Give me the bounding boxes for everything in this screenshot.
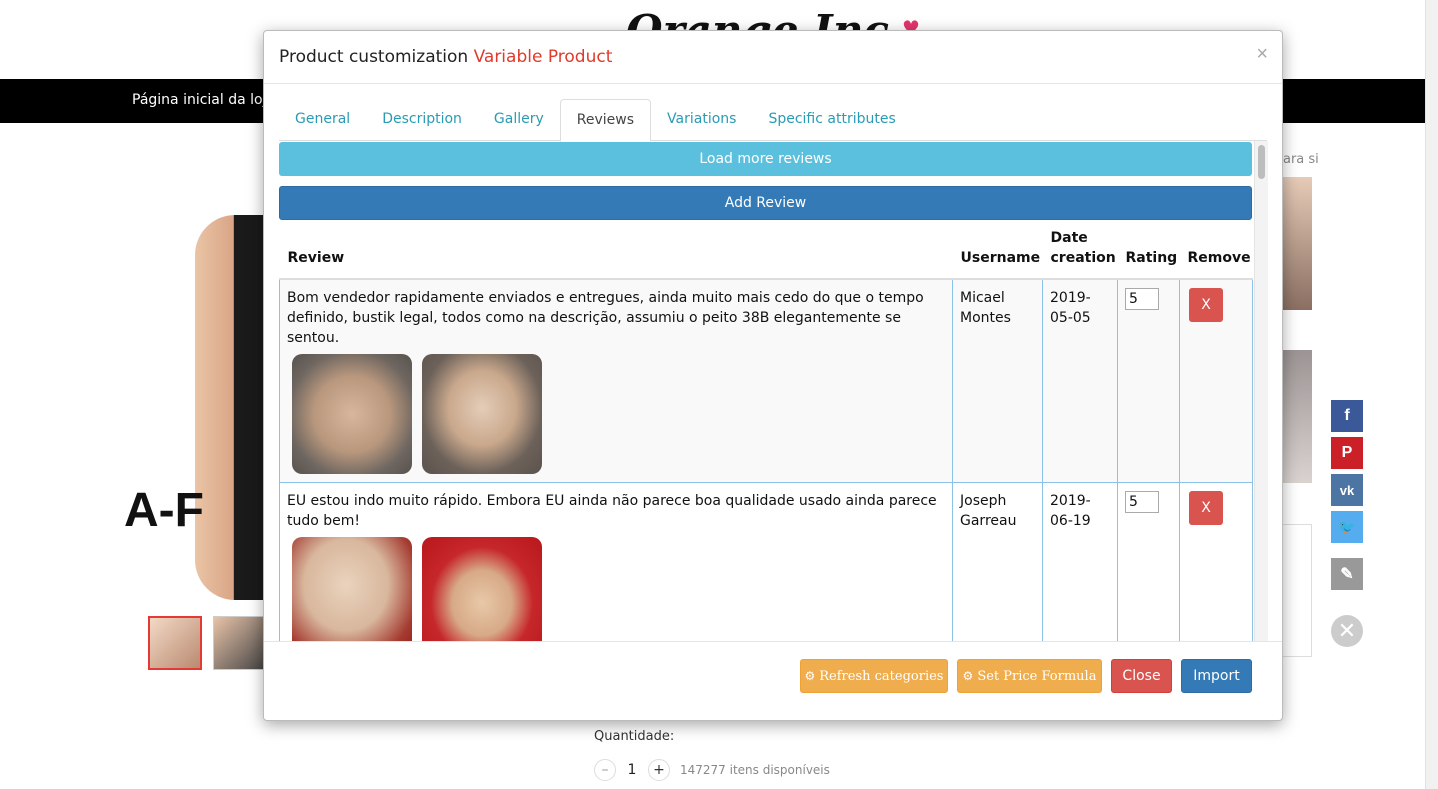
- available-stock: 147277 itens disponíveis: [680, 763, 830, 777]
- rating-input[interactable]: [1125, 491, 1159, 513]
- review-text[interactable]: Bom vendedor rapidamente enviados e entr…: [287, 288, 945, 348]
- refresh-categories-label: Refresh categories: [819, 668, 944, 684]
- product-thumbnail[interactable]: [148, 616, 202, 670]
- rating-cell: [1117, 278, 1180, 483]
- review-image[interactable]: [422, 354, 542, 474]
- reviews-panel: Load more reviews Add Review Review User…: [279, 141, 1268, 641]
- page-scrollbar[interactable]: [1425, 0, 1438, 789]
- side-related-label: ara si: [1283, 152, 1319, 167]
- remove-review-button[interactable]: X: [1189, 288, 1223, 322]
- modal-title: Product customization Variable Product: [279, 47, 1267, 67]
- tab-description[interactable]: Description: [366, 99, 478, 141]
- review-text[interactable]: EU estou indo muito rápido. Embora EU ai…: [287, 491, 945, 531]
- username-cell[interactable]: Micael Montes: [952, 278, 1043, 483]
- product-main-image: [195, 215, 265, 600]
- decrease-quantity-button[interactable]: –: [594, 759, 616, 781]
- modal-header: Product customization Variable Product ×: [264, 31, 1282, 84]
- close-share-icon[interactable]: ✕: [1331, 615, 1363, 647]
- remove-review-button[interactable]: X: [1189, 491, 1223, 525]
- modal-tabs: General Description Gallery Reviews Vari…: [279, 99, 1267, 142]
- tab-specific-attributes[interactable]: Specific attributes: [752, 99, 911, 141]
- scrollbar-thumb[interactable]: [1258, 145, 1265, 179]
- product-customization-modal: Product customization Variable Product ×…: [263, 30, 1283, 721]
- modal-footer: ⚙ Refresh categories ⚙ Set Price Formula…: [264, 641, 1282, 721]
- product-image-overlay-text: A-F: [124, 484, 204, 537]
- vk-icon[interactable]: vk: [1331, 474, 1363, 506]
- review-images: [292, 537, 945, 641]
- nav-home-link[interactable]: Página inicial da loja: [132, 92, 275, 108]
- tab-variations[interactable]: Variations: [651, 99, 752, 141]
- username-cell[interactable]: Joseph Garreau: [952, 482, 1043, 641]
- table-row: EU estou indo muito rápido. Embora EU ai…: [279, 482, 1253, 641]
- review-images: [292, 354, 945, 474]
- tab-reviews[interactable]: Reviews: [559, 99, 652, 142]
- gears-icon: ⚙: [804, 669, 816, 683]
- date-cell[interactable]: 2019-06-19: [1042, 482, 1118, 641]
- column-header-review: Review: [279, 228, 953, 280]
- pen-icon[interactable]: ✎: [1331, 558, 1363, 590]
- refresh-categories-button[interactable]: ⚙ Refresh categories: [800, 659, 948, 693]
- pinterest-icon[interactable]: P: [1331, 437, 1363, 469]
- column-header-rating: Rating: [1117, 228, 1180, 280]
- load-more-reviews-button[interactable]: Load more reviews: [279, 142, 1252, 176]
- close-button[interactable]: Close: [1111, 659, 1172, 693]
- product-thumbnail[interactable]: [213, 616, 267, 670]
- modal-title-text: Product customization: [279, 47, 469, 67]
- tab-gallery[interactable]: Gallery: [478, 99, 560, 141]
- quantity-value[interactable]: 1: [626, 762, 638, 778]
- gears-icon: ⚙: [962, 669, 974, 683]
- quantity-label: Quantidade:: [594, 729, 675, 744]
- related-product-image[interactable]: [1281, 524, 1312, 657]
- review-image[interactable]: [292, 537, 412, 641]
- close-icon[interactable]: ×: [1256, 43, 1268, 66]
- review-cell[interactable]: EU estou indo muito rápido. Embora EU ai…: [279, 482, 953, 641]
- set-price-formula-button[interactable]: ⚙ Set Price Formula: [957, 659, 1102, 693]
- remove-cell: X: [1179, 278, 1253, 483]
- review-image[interactable]: [292, 354, 412, 474]
- related-product-image[interactable]: [1281, 177, 1312, 310]
- rating-cell: [1117, 482, 1180, 641]
- import-button[interactable]: Import: [1181, 659, 1252, 693]
- related-product-image[interactable]: [1281, 350, 1312, 483]
- facebook-icon[interactable]: f: [1331, 400, 1363, 432]
- tab-general[interactable]: General: [279, 99, 366, 141]
- column-header-remove: Remove: [1179, 228, 1253, 280]
- set-price-formula-label: Set Price Formula: [977, 668, 1097, 684]
- column-header-username: Username: [952, 228, 1043, 280]
- twitter-icon[interactable]: 🐦: [1331, 511, 1363, 543]
- quantity-stepper: – 1 + 147277 itens disponíveis: [594, 759, 830, 781]
- increase-quantity-button[interactable]: +: [648, 759, 670, 781]
- table-row: Bom vendedor rapidamente enviados e entr…: [279, 278, 1253, 483]
- modal-scrollbar[interactable]: [1254, 141, 1268, 641]
- reviews-table: Review Username Date creation Rating Rem…: [279, 228, 1253, 641]
- review-image[interactable]: [422, 537, 542, 641]
- add-review-button[interactable]: Add Review: [279, 186, 1252, 220]
- date-cell[interactable]: 2019-05-05: [1042, 278, 1118, 483]
- column-header-date: Date creation: [1042, 228, 1118, 280]
- remove-cell: X: [1179, 482, 1253, 641]
- rating-input[interactable]: [1125, 288, 1159, 310]
- product-type-label: Variable Product: [473, 47, 613, 67]
- review-cell[interactable]: Bom vendedor rapidamente enviados e entr…: [279, 278, 953, 483]
